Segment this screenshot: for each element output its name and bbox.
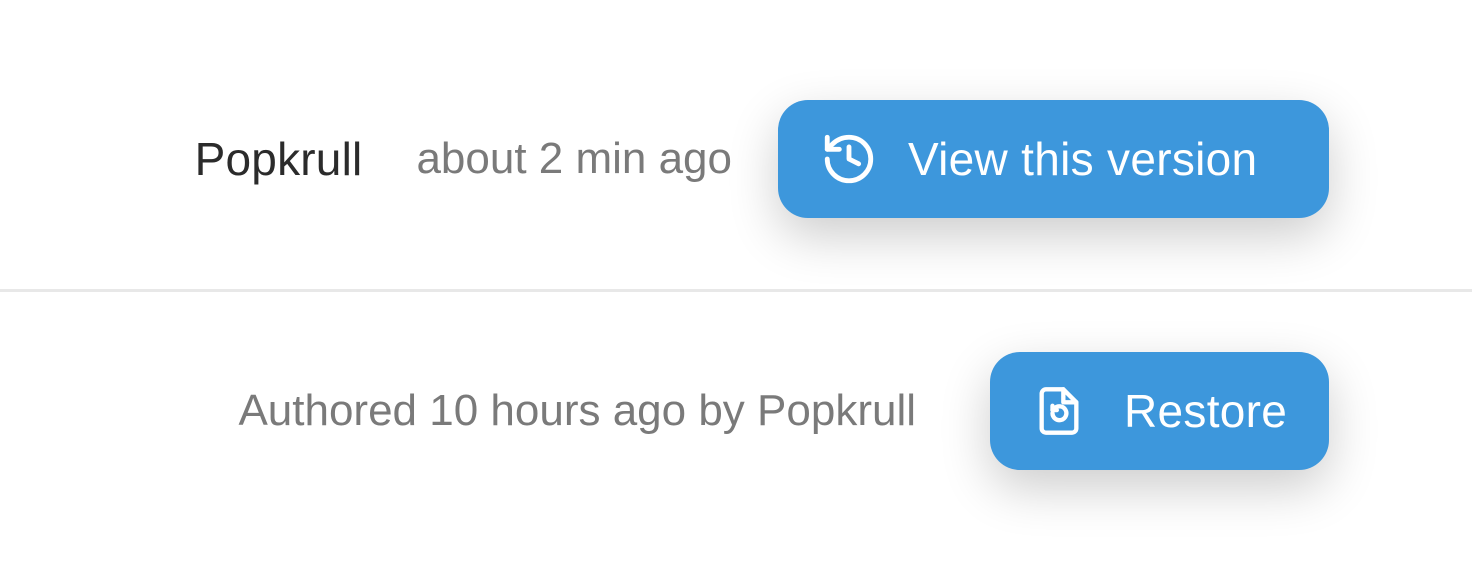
restore-button[interactable]: Restore [990, 352, 1329, 470]
history-icon [820, 130, 878, 188]
authored-meta: Authored 10 hours ago by Popkrull [238, 386, 916, 435]
view-this-version-button[interactable]: View this version [778, 100, 1329, 218]
row-divider [0, 289, 1472, 292]
restore-label: Restore [1124, 385, 1288, 437]
version-time: about 2 min ago [416, 134, 732, 183]
version-author: Popkrull [194, 133, 363, 185]
view-this-version-label: View this version [908, 133, 1258, 185]
version-history-panel: Popkrull about 2 min ago View this versi… [0, 0, 1472, 570]
version-row: Popkrull about 2 min ago View this versi… [0, 100, 1472, 218]
restore-row: Authored 10 hours ago by Popkrull Restor… [0, 352, 1472, 470]
file-restore-icon [1030, 382, 1088, 440]
